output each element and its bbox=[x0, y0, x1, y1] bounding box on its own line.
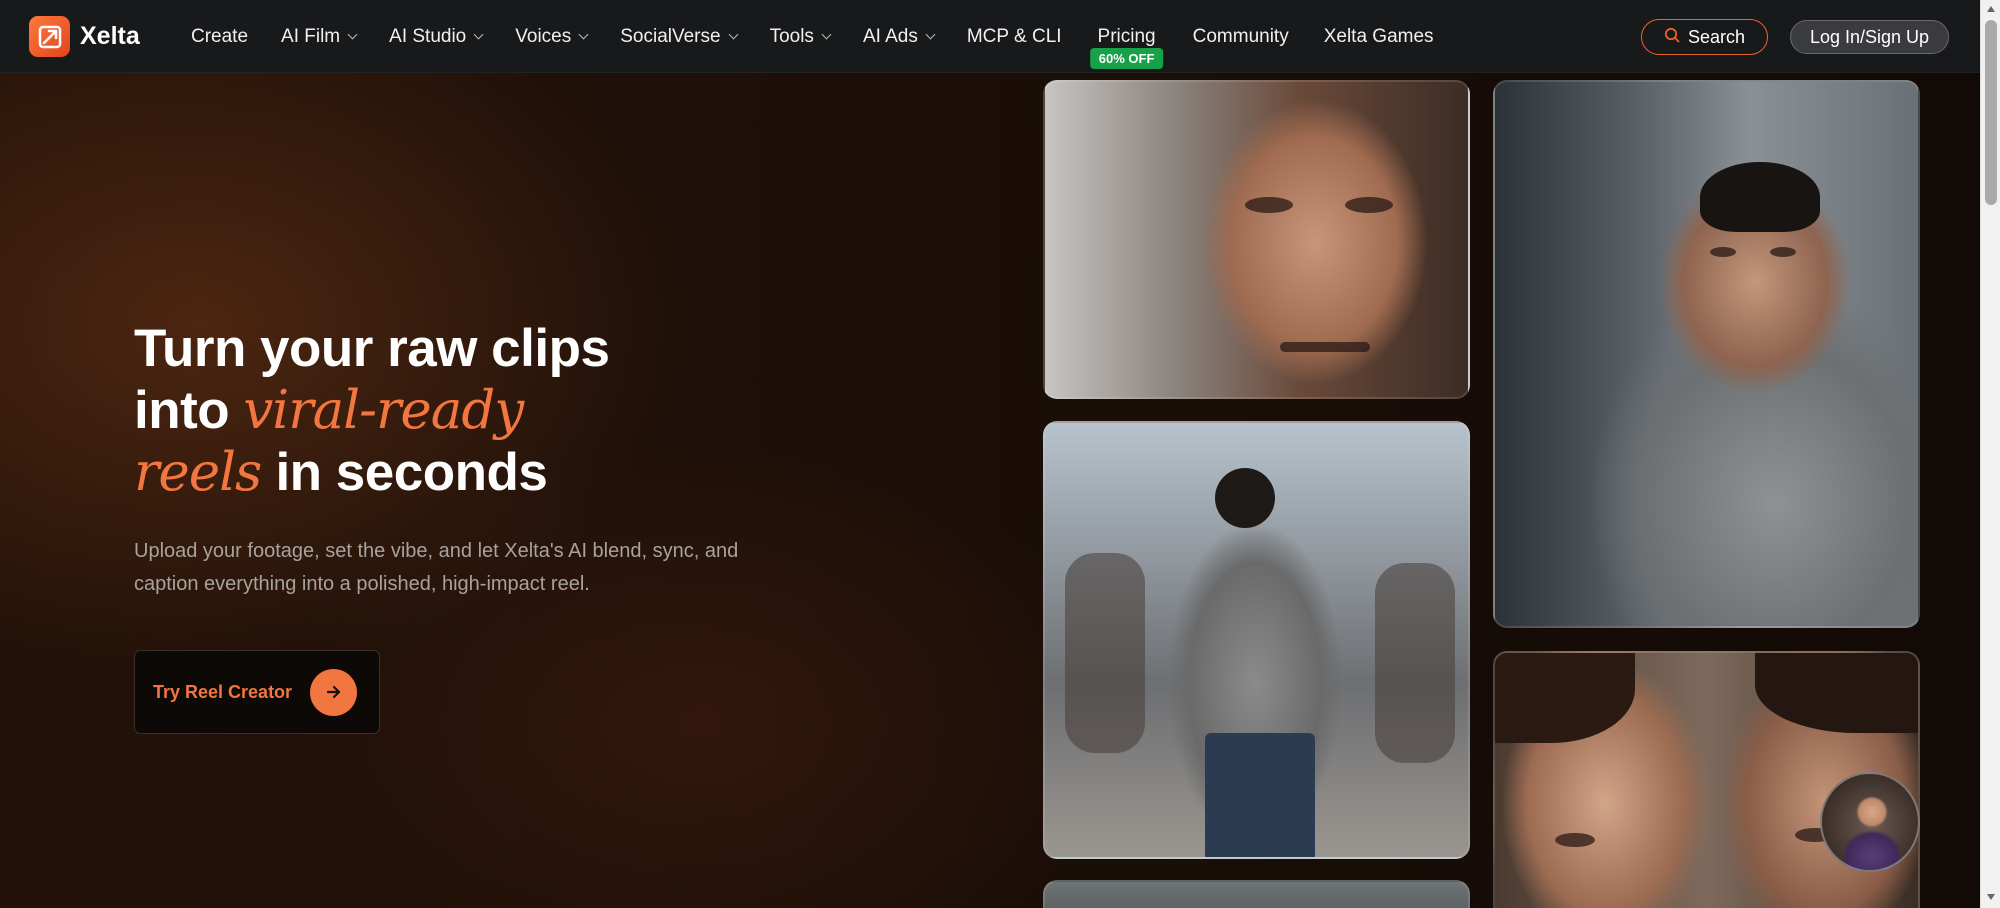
nav-ai-film-label: AI Film bbox=[281, 25, 341, 47]
nav-ai-film[interactable]: AI Film bbox=[281, 0, 358, 73]
login-signup-label: Log In/Sign Up bbox=[1809, 26, 1930, 47]
hero-headline: Turn your raw clips into viral-ready ree… bbox=[134, 318, 834, 504]
headline-line-2-start: into bbox=[134, 381, 244, 440]
chevron-down-icon bbox=[578, 29, 589, 40]
nav-ai-studio-label: AI Studio bbox=[389, 25, 467, 47]
main-nav: Create AI Film AI Studio Voices SocialVe… bbox=[191, 0, 1434, 73]
login-signup-button[interactable]: Log In/Sign Up bbox=[1790, 20, 1949, 54]
search-button[interactable]: Search bbox=[1641, 19, 1768, 55]
nav-pricing-label: Pricing bbox=[1097, 25, 1156, 47]
nav-ai-ads[interactable]: AI Ads bbox=[862, 0, 936, 73]
nav-voices-label: Voices bbox=[515, 25, 572, 47]
nav-create-label: Create bbox=[191, 25, 249, 47]
headline-line-3-end: in seconds bbox=[261, 443, 548, 502]
scroll-up-arrow-icon[interactable] bbox=[1987, 6, 1995, 12]
scroll-down-arrow-icon[interactable] bbox=[1987, 894, 1995, 900]
showcase-image-closeup-face[interactable] bbox=[1043, 80, 1470, 399]
xelta-logo-icon bbox=[29, 16, 70, 57]
nav-community[interactable]: Community bbox=[1193, 0, 1289, 73]
hero-subtext: Upload your footage, set the vibe, and l… bbox=[134, 540, 739, 595]
chevron-down-icon bbox=[473, 29, 484, 40]
nav-mcp-cli-label: MCP & CLI bbox=[966, 25, 1062, 47]
nav-ai-ads-label: AI Ads bbox=[862, 25, 918, 47]
nav-xelta-games-label: Xelta Games bbox=[1323, 25, 1434, 47]
chevron-down-icon bbox=[728, 29, 739, 40]
showcase-image-subway-man[interactable] bbox=[1493, 80, 1920, 628]
try-reel-creator-button[interactable]: Try Reel Creator bbox=[134, 650, 380, 734]
nav-voices[interactable]: Voices bbox=[515, 0, 589, 73]
nav-community-label: Community bbox=[1192, 25, 1289, 47]
showcase-image-partial[interactable] bbox=[1043, 880, 1470, 908]
brand-logo[interactable]: Xelta bbox=[29, 16, 140, 57]
showcase-image-street-crowd[interactable] bbox=[1043, 421, 1470, 859]
assistant-avatar-button[interactable] bbox=[1820, 772, 1920, 872]
nav-socialverse-label: SocialVerse bbox=[620, 25, 721, 47]
chevron-down-icon bbox=[925, 29, 936, 40]
top-navbar: Xelta Create AI Film AI Studio Voices So… bbox=[0, 0, 1980, 73]
chevron-down-icon bbox=[347, 29, 358, 40]
arrow-right-icon bbox=[310, 668, 358, 716]
nav-xelta-games[interactable]: Xelta Games bbox=[1324, 0, 1434, 73]
scrollbar-thumb[interactable] bbox=[1985, 20, 1997, 205]
headline-accent-reels: reels bbox=[134, 442, 262, 503]
search-button-label: Search bbox=[1687, 26, 1746, 47]
chevron-down-icon bbox=[821, 29, 832, 40]
search-icon bbox=[1664, 27, 1680, 48]
nav-ai-studio[interactable]: AI Studio bbox=[389, 0, 484, 73]
discount-badge: 60% OFF bbox=[1089, 48, 1164, 69]
nav-socialverse[interactable]: SocialVerse bbox=[620, 0, 739, 73]
nav-mcp-cli[interactable]: MCP & CLI bbox=[967, 0, 1062, 73]
page-scrollbar[interactable] bbox=[1980, 0, 2000, 908]
headline-line-1: Turn your raw clips bbox=[134, 319, 610, 378]
nav-tools[interactable]: Tools bbox=[769, 0, 832, 73]
cta-label: Try Reel Creator bbox=[153, 681, 293, 702]
headline-accent-viral-ready: viral-ready bbox=[243, 380, 524, 441]
nav-tools-label: Tools bbox=[769, 25, 814, 47]
brand-name: Xelta bbox=[80, 22, 140, 50]
nav-create[interactable]: Create bbox=[191, 0, 248, 73]
nav-pricing[interactable]: Pricing 60% OFF bbox=[1089, 0, 1164, 73]
